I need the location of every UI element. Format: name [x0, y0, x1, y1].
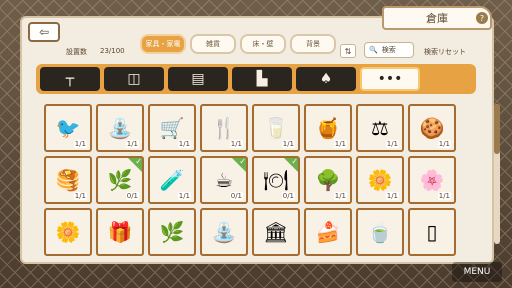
- back-arrow-icon: ⇦: [38, 25, 50, 39]
- tab-background[interactable]: 背景: [290, 34, 336, 54]
- item-cell[interactable]: 🌿: [148, 208, 196, 256]
- item-cell[interactable]: ▯: [408, 208, 456, 256]
- utensils-icon: 🍴: [211, 116, 237, 140]
- tab-floor-wall[interactable]: 床・壁: [240, 34, 286, 54]
- market-stall-icon: 🛒: [159, 116, 185, 140]
- curtain-icon: ▯: [426, 220, 438, 244]
- item-cell[interactable]: 🍴 1/1: [200, 104, 248, 152]
- item-quantity: 1/1: [177, 192, 191, 200]
- menu-button[interactable]: MENU: [452, 262, 502, 282]
- item-cell[interactable]: 🌼: [44, 208, 92, 256]
- sort-icon: ⇅: [344, 46, 352, 56]
- arch2-icon: 🏛: [263, 220, 289, 244]
- placement-count-label: 設置数: [66, 48, 87, 56]
- item-cell[interactable]: 🌿 0/1 ✓: [96, 156, 144, 204]
- bottle-icon: 🧪: [159, 168, 185, 192]
- item-quantity: 1/1: [333, 192, 347, 200]
- item-cell[interactable]: 🥞 1/1: [44, 156, 92, 204]
- category-tabs: 家具・家電 雑貨 床・壁 背景: [140, 34, 336, 54]
- item-cell[interactable]: 🍯 1/1: [304, 104, 352, 152]
- lamp-icon[interactable]: ♠: [296, 67, 356, 91]
- tree-icon: 🌳: [315, 168, 341, 192]
- search-reset-button[interactable]: 検索リセット: [424, 47, 466, 57]
- coffee-grinder-icon: ☕: [215, 168, 233, 192]
- item-quantity: 1/1: [229, 140, 243, 148]
- back-button[interactable]: ⇦: [28, 22, 60, 42]
- item-cell[interactable]: ☕ 0/1 ✓: [200, 156, 248, 204]
- arch-icon: 🌿: [159, 220, 185, 244]
- flowerbed-icon: 🌼: [55, 220, 81, 244]
- checkmark-icon: ✓: [239, 157, 246, 166]
- item-cell[interactable]: 🍵: [356, 208, 404, 256]
- item-quantity: 0/1: [281, 192, 295, 200]
- item-cell[interactable]: 🥛 1/1: [252, 104, 300, 152]
- item-quantity: 0/1: [229, 192, 243, 200]
- item-cell[interactable]: 🍽 0/1 ✓: [252, 156, 300, 204]
- scale-icon: ⚖: [371, 116, 389, 140]
- scrollbar-thumb[interactable]: [494, 104, 500, 154]
- honey-icon: 🍯: [315, 116, 341, 140]
- tea-set-icon: 🍵: [367, 220, 393, 244]
- item-quantity: 1/1: [333, 140, 347, 148]
- item-quantity: 1/1: [125, 140, 139, 148]
- gift-box-icon: 🎁: [107, 220, 133, 244]
- item-cell[interactable]: 🌸 1/1: [408, 156, 456, 204]
- pancake-icon: 🥞: [55, 168, 81, 192]
- item-quantity: 1/1: [437, 192, 451, 200]
- item-cell[interactable]: ⛲: [200, 208, 248, 256]
- placement-count-value: 23/100: [100, 47, 125, 55]
- item-grid: 🐦 1/1 ⛲ 1/1 🛒 1/1 🍴 1/1 🥛 1/1 🍯 1/1 ⚖ 1/1 🍪 1/1 🥞 1/1 🌿 0/1…: [44, 104, 464, 256]
- table-icon[interactable]: ┬: [40, 67, 100, 91]
- search-button[interactable]: 🔍 検索: [364, 42, 414, 58]
- item-quantity: 0/1: [125, 192, 139, 200]
- cabinet-icon[interactable]: ▤: [168, 67, 228, 91]
- item-cell[interactable]: 🧪 1/1: [148, 156, 196, 204]
- cookies-icon: 🍪: [419, 116, 445, 140]
- fountain2-icon: ⛲: [211, 220, 237, 244]
- sort-button[interactable]: ⇅: [340, 44, 356, 58]
- item-quantity: 1/1: [281, 140, 295, 148]
- item-cell[interactable]: 🌼 1/1: [356, 156, 404, 204]
- checkmark-icon: ✓: [135, 157, 142, 166]
- item-quantity: 1/1: [73, 192, 87, 200]
- item-cell[interactable]: 🛒 1/1: [148, 104, 196, 152]
- cake-icon: 🍰: [315, 220, 341, 244]
- help-icon[interactable]: ?: [476, 12, 488, 24]
- bed-icon[interactable]: ▙: [232, 67, 292, 91]
- hedge-icon: 🌼: [367, 168, 393, 192]
- search-icon: 🔍: [369, 46, 378, 54]
- tab-furniture[interactable]: 家具・家電: [140, 34, 186, 54]
- item-quantity: 1/1: [385, 140, 399, 148]
- sofa-icon[interactable]: ◫: [104, 67, 164, 91]
- item-cell[interactable]: ⛲ 1/1: [96, 104, 144, 152]
- item-quantity: 1/1: [177, 140, 191, 148]
- type-filter-bar: ┬ ◫ ▤ ▙ ♠ •••: [36, 64, 476, 94]
- item-cell[interactable]: 🐦 1/1: [44, 104, 92, 152]
- item-quantity: 1/1: [437, 140, 451, 148]
- fountain-icon: ⛲: [107, 116, 133, 140]
- item-cell[interactable]: 🏛: [252, 208, 300, 256]
- more-icon[interactable]: •••: [360, 67, 420, 91]
- bird-stand-icon: 🐦: [55, 116, 81, 140]
- item-cell[interactable]: ⚖ 1/1: [356, 104, 404, 152]
- milk-carton-icon: 🥛: [263, 116, 289, 140]
- item-cell[interactable]: 🌳 1/1: [304, 156, 352, 204]
- item-cell[interactable]: 🍰: [304, 208, 352, 256]
- item-quantity: 1/1: [385, 192, 399, 200]
- checkmark-icon: ✓: [291, 157, 298, 166]
- item-quantity: 1/1: [73, 140, 87, 148]
- item-cell[interactable]: 🍪 1/1: [408, 104, 456, 152]
- tab-goods[interactable]: 雑貨: [190, 34, 236, 54]
- scrollbar[interactable]: [494, 104, 500, 244]
- blue-flowers-icon: 🌸: [419, 168, 445, 192]
- item-cell[interactable]: 🎁: [96, 208, 144, 256]
